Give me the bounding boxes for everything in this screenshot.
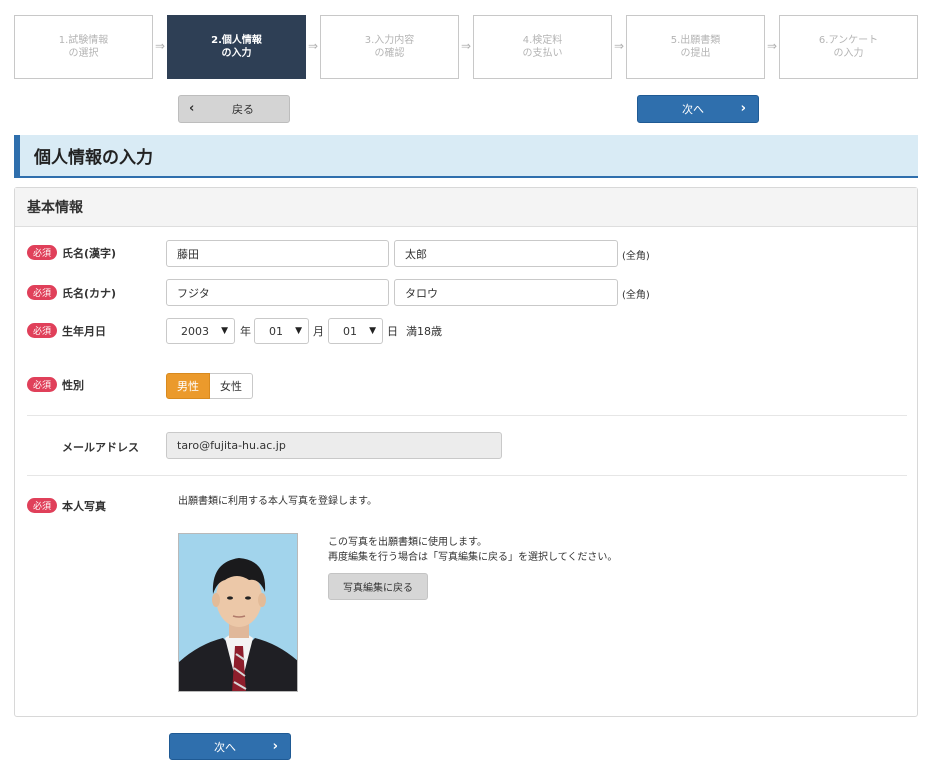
required-badge: 必須 [27,498,57,513]
chevron-right-icon: › [272,739,278,754]
panel-title: 基本情報 [15,188,917,227]
step-arrow-icon: ⇒ [766,39,778,53]
step-5-label: 5.出願書類 の提出 [670,35,721,59]
birth-year-value: 2003 [181,324,209,338]
divider [27,415,907,416]
step-arrow-icon: ⇒ [460,39,472,53]
gender-male-option[interactable]: 男性 [166,373,210,399]
month-unit: 月 [313,325,324,338]
gender-female-option[interactable]: 女性 [210,373,253,399]
basic-info-panel: 基本情報 必須 氏名(漢字) 藤田 太郎 (全角) 必須 氏名(カナ) フジタ … [14,187,918,717]
step-4: 4.検定料 の支払い [473,15,612,79]
day-unit: 日 [387,325,398,338]
birth-day-select[interactable]: 01 ▼ [328,318,383,344]
step-5: 5.出願書類 の提出 [626,15,765,79]
photo-label: 本人写真 [62,500,106,513]
step-arrow-icon: ⇒ [613,39,625,53]
step-4-label: 4.検定料 の支払い [522,35,563,59]
required-badge: 必須 [27,377,57,392]
full-width-note: (全角) [622,290,650,301]
birth-month-select[interactable]: 01 ▼ [254,318,309,344]
required-badge: 必須 [27,323,57,338]
required-badge: 必須 [27,285,57,300]
chevron-down-icon: ▼ [295,326,302,336]
photo-info-line-1: この写真を出願書類に使用します。 [328,537,487,548]
chevron-down-icon: ▼ [369,326,376,336]
applicant-photo [178,533,298,692]
next-button-bottom[interactable]: 次へ › [169,733,291,760]
step-6: 6.アンケート の入力 [779,15,918,79]
email-label: メールアドレス [62,441,139,454]
step-3: 3.入力内容 の確認 [320,15,459,79]
first-name-kanji-input[interactable]: 太郎 [394,240,618,267]
step-2-label: 2.個人情報 の入力 [211,35,262,59]
birth-year-select[interactable]: 2003 ▼ [166,318,235,344]
full-width-note: (全角) [622,251,650,262]
birth-month-value: 01 [269,324,283,338]
chevron-right-icon: › [740,101,746,116]
gender-label: 性別 [62,379,84,392]
step-arrow-icon: ⇒ [154,39,166,53]
chevron-down-icon: ▼ [221,326,228,336]
birthdate-label: 生年月日 [62,325,106,338]
progress-stepper: 1.試験情報 の選択 ⇒ 2.個人情報 の入力 ⇒ 3.入力内容 の確認 ⇒ 4… [14,15,918,79]
next-button-top[interactable]: 次へ › [637,95,759,123]
back-button-label: 戻る [232,103,254,116]
step-1: 1.試験情報 の選択 [14,15,153,79]
name-kana-label: 氏名(カナ) [62,287,117,300]
name-kanji-label: 氏名(漢字) [62,247,117,260]
step-6-label: 6.アンケート の入力 [818,35,879,59]
photo-intro-text: 出願書類に利用する本人写真を登録します。 [178,496,377,507]
age-text: 満18歳 [406,325,442,338]
page-title: 個人情報の入力 [14,135,918,178]
step-2-current: 2.個人情報 の入力 [167,15,306,79]
chevron-left-icon: ‹ [189,101,195,116]
photo-info-line-2: 再度編集を行う場合は「写真編集に戻る」を選択してください。 [328,552,618,563]
edit-photo-button[interactable]: 写真編集に戻る [328,573,428,600]
step-arrow-icon: ⇒ [307,39,319,53]
back-button[interactable]: ‹ 戻る [178,95,290,123]
first-name-kana-input[interactable]: タロウ [394,279,618,306]
year-unit: 年 [240,325,251,338]
last-name-kana-input[interactable]: フジタ [166,279,389,306]
last-name-kanji-input[interactable]: 藤田 [166,240,389,267]
email-field: taro@fujita-hu.ac.jp [166,432,502,459]
step-3-label: 3.入力内容 の確認 [364,35,415,59]
portrait-image [179,534,297,691]
divider [27,475,907,476]
required-badge: 必須 [27,245,57,260]
gender-toggle: 男性 女性 [166,373,253,399]
step-1-label: 1.試験情報 の選択 [58,35,109,59]
birth-day-value: 01 [343,324,357,338]
